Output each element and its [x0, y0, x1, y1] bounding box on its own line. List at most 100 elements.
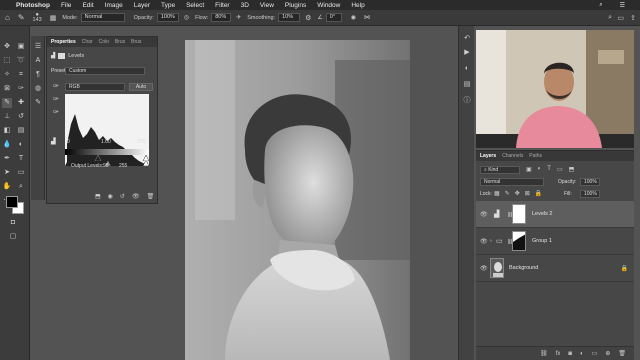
menu-layer[interactable]: Layer [134, 2, 150, 9]
adjustments-panel-icon[interactable]: ◐ [462, 64, 472, 74]
layer-row-group[interactable]: 👁 › ▭ ⛓ Group 1 [476, 228, 634, 255]
menu-filter[interactable]: Filter [215, 2, 229, 9]
mask-icon[interactable] [58, 53, 66, 59]
new-layer-icon[interactable]: ⊕ [605, 350, 610, 357]
screen-mode-icon[interactable]: ▢ [8, 232, 18, 242]
eyedropper-white-icon[interactable]: ✑ [53, 108, 59, 116]
libraries-panel-icon[interactable]: ▤ [462, 80, 472, 90]
tab-brush-settings[interactable]: Brus [115, 39, 125, 45]
new-group-icon[interactable]: ▭ [592, 350, 598, 357]
tab-color[interactable]: Colo [99, 39, 109, 45]
adjustment-filter-icon[interactable]: ◐ [538, 166, 542, 173]
input-gamma-value[interactable]: 1.00 [101, 139, 111, 145]
channel-dropdown[interactable]: RGB [65, 83, 125, 91]
airbrush-icon[interactable]: ✈ [236, 14, 241, 21]
layer-row-background[interactable]: 👁 Background 🔒 [476, 255, 634, 282]
clone-stamp-tool-icon[interactable]: ⊥ [2, 112, 12, 122]
gradient-tool-icon[interactable]: ▤ [16, 126, 26, 136]
tab-character[interactable]: Char [82, 39, 93, 45]
visibility-eye-icon[interactable]: 👁 [480, 265, 488, 272]
shape-tool-icon[interactable]: ▭ [16, 168, 26, 178]
lock-position-icon[interactable]: ✥ [515, 190, 520, 197]
brush-preset-picker[interactable]: ● 143 [33, 12, 42, 23]
input-white-value[interactable]: 255 [137, 139, 145, 145]
lock-artboard-icon[interactable]: ⊠ [525, 190, 530, 197]
path-select-tool-icon[interactable]: ➤ [2, 168, 12, 178]
document-canvas[interactable] [185, 40, 410, 360]
workspace-icon[interactable]: ▭ [617, 14, 624, 22]
opacity-field[interactable]: 100% [156, 13, 179, 22]
white-output-slider[interactable] [142, 154, 149, 161]
search-icon[interactable]: ⌕ [599, 2, 602, 9]
blur-tool-icon[interactable]: 💧 [2, 140, 12, 150]
background-thumbnail[interactable] [490, 258, 504, 278]
layer-filter-kind[interactable]: ⌕ Kind [480, 166, 520, 174]
menu-help[interactable]: Help [351, 2, 364, 9]
menu-photoshop[interactable]: Photoshop [16, 2, 50, 9]
control-center-icon[interactable]: ☰ [620, 2, 625, 9]
layer-name[interactable]: Levels 2 [532, 211, 553, 217]
input-black-value[interactable]: 0 [67, 139, 70, 145]
pressure-size-icon[interactable]: ◉ [351, 14, 356, 21]
brush-tool-icon[interactable]: ✎ [18, 13, 25, 22]
hand-tool-icon[interactable]: ✋ [2, 182, 12, 192]
eraser-tool-icon[interactable]: ◧ [2, 126, 12, 136]
frame-tool-icon[interactable]: ⊠ [2, 84, 12, 94]
menu-3d[interactable]: 3D [241, 2, 249, 9]
menu-file[interactable]: File [61, 2, 71, 9]
reset-icon[interactable]: ↺ [120, 193, 125, 200]
blend-mode-dropdown[interactable]: Normal [480, 178, 544, 186]
home-icon[interactable]: ⌂ [5, 13, 10, 22]
lock-all-icon[interactable]: 🔒 [535, 190, 542, 197]
layer-opacity-field[interactable]: 100% [580, 178, 600, 186]
menu-plugins[interactable]: Plugins [285, 2, 306, 9]
pixel-filter-icon[interactable]: ▣ [526, 166, 532, 173]
symmetry-icon[interactable]: ⋈ [364, 14, 370, 21]
delete-layer-icon[interactable]: 🗑 [618, 350, 626, 357]
dodge-tool-icon[interactable]: ◐ [16, 140, 26, 150]
visibility-eye-icon[interactable]: 👁 [480, 238, 488, 245]
tab-channels[interactable]: Channels [502, 153, 523, 159]
menu-image[interactable]: Image [105, 2, 123, 9]
visibility-eye-icon[interactable]: 👁 [480, 211, 488, 218]
actions-panel-icon[interactable]: ▶ [462, 48, 472, 58]
menu-edit[interactable]: Edit [82, 2, 93, 9]
angle-field[interactable]: 0° [325, 13, 342, 22]
menu-view[interactable]: View [260, 2, 274, 9]
crop-tool-icon[interactable]: ⌗ [16, 70, 26, 80]
mode-dropdown[interactable]: Normal [80, 13, 125, 22]
share-icon[interactable]: ⇪ [630, 14, 636, 22]
pressure-opacity-icon[interactable]: ◎ [184, 14, 189, 21]
eyedropper-black-icon[interactable]: ✑ [53, 82, 59, 90]
smoothing-field[interactable]: 10% [278, 13, 301, 22]
tab-paths[interactable]: Paths [529, 153, 542, 159]
output-white-value[interactable]: 255 [119, 163, 127, 169]
layer-row-levels[interactable]: 👁 ▟ ⛓ Levels 2 [476, 201, 634, 228]
lasso-tool-icon[interactable]: ➰ [16, 56, 26, 66]
preset-dropdown[interactable]: Custom [65, 67, 145, 75]
flow-field[interactable]: 80% [211, 13, 232, 22]
search-panel-icon[interactable]: ⌕ [608, 14, 612, 22]
shape-filter-icon[interactable]: ▭ [557, 166, 563, 173]
layer-lock-icon[interactable]: 🔒 [621, 265, 628, 272]
layer-name[interactable]: Background [509, 265, 538, 271]
smart-object-filter-icon[interactable]: ⬒ [569, 166, 575, 173]
link-layers-icon[interactable]: ⛓ [540, 350, 548, 357]
lock-transparency-icon[interactable]: ▦ [494, 190, 500, 197]
brush-settings-icon[interactable]: ▦ [50, 14, 57, 22]
black-output-slider[interactable] [94, 154, 102, 161]
eyedropper-gray-icon[interactable]: ✑ [53, 95, 59, 103]
lock-pixels-icon[interactable]: ✎ [505, 190, 510, 197]
info-panel-icon[interactable]: ⓘ [462, 96, 472, 106]
expand-group-icon[interactable]: › [490, 238, 492, 244]
clip-to-layer-icon[interactable]: ⬒ [95, 193, 101, 200]
layer-mask-thumbnail[interactable] [512, 204, 526, 224]
marquee-tool-icon[interactable]: ⬚ [2, 56, 12, 66]
type-filter-icon[interactable]: T [547, 166, 551, 173]
view-previous-icon[interactable]: ◉ [108, 193, 113, 200]
history-brush-tool-icon[interactable]: ↺ [16, 112, 26, 122]
properties-panel-icon[interactable]: ☰ [33, 42, 43, 52]
quick-select-tool-icon[interactable]: ✧ [2, 70, 12, 80]
paragraph-panel-icon[interactable]: ¶ [33, 70, 43, 80]
add-mask-icon[interactable]: ◙ [568, 351, 572, 357]
